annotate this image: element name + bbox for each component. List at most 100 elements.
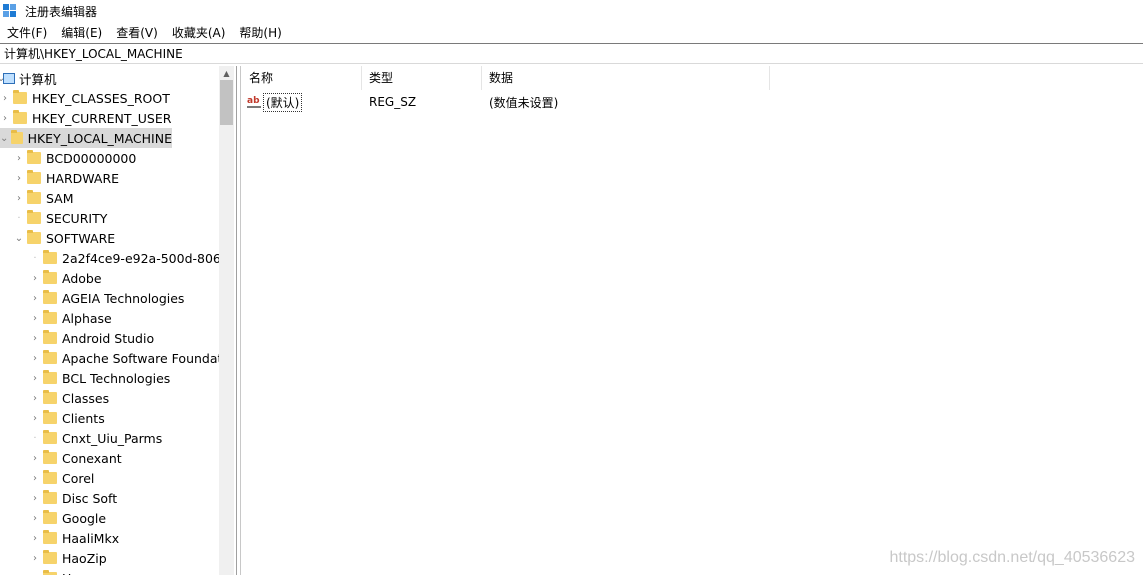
menu-edit[interactable]: 编辑(E) (54, 23, 109, 43)
tree-item-label: SOFTWARE (46, 230, 116, 246)
tree-item[interactable]: › AGEIA Technologies (30, 288, 184, 308)
tree-item-label: Android Studio (62, 330, 155, 346)
chevron-right-icon[interactable]: › (30, 468, 40, 488)
tree-item[interactable]: › Clients (30, 408, 105, 428)
chevron-right-icon[interactable]: › (30, 528, 40, 548)
tree-item[interactable]: · Cnxt_Uiu_Parms (30, 428, 162, 448)
tree-item-bcd[interactable]: › BCD00000000 (14, 148, 136, 168)
tree-item[interactable]: › Adobe (30, 268, 102, 288)
chevron-down-icon[interactable]: ⌄ (14, 228, 24, 248)
tree-item[interactable]: › Disc Soft (30, 488, 117, 508)
folder-icon (43, 450, 57, 464)
menu-bar: 文件(F) 编辑(E) 查看(V) 收藏夹(A) 帮助(H) (0, 23, 289, 43)
tree-item-computer[interactable]: ⌄ 计算机 (0, 68, 57, 88)
scrollbar-thumb[interactable] (220, 80, 233, 125)
folder-icon (27, 150, 41, 164)
folder-icon (43, 290, 57, 304)
tree-item-label: 2a2f4ce9-e92a-500d-8065- (62, 250, 234, 266)
scroll-up-icon[interactable]: ▲ (219, 66, 234, 80)
tree-item-hardware[interactable]: › HARDWARE (14, 168, 119, 188)
tree-item-label: HKEY_LOCAL_MACHINE (27, 130, 172, 146)
folder-icon (43, 490, 57, 504)
chevron-right-icon[interactable]: › (30, 488, 40, 508)
column-name-header[interactable]: 名称 (242, 66, 362, 90)
tree-item-hkcr[interactable]: › HKEY_CLASSES_ROOT (0, 88, 170, 108)
tree-item-label: 计算机 (19, 71, 57, 87)
tree-item-label: HaaliMkx (62, 530, 120, 546)
chevron-right-icon[interactable]: › (30, 408, 40, 428)
tree-item-security[interactable]: · SECURITY (14, 208, 107, 228)
folder-icon (13, 110, 27, 124)
chevron-right-icon[interactable]: › (30, 268, 40, 288)
tree-item[interactable]: › HaaliMkx (30, 528, 119, 548)
string-value-icon: ab (247, 96, 261, 108)
tree-item-label: SAM (46, 190, 74, 206)
tree-item[interactable]: › Corel (30, 468, 94, 488)
menu-file[interactable]: 文件(F) (0, 23, 54, 43)
menu-help[interactable]: 帮助(H) (232, 23, 288, 43)
chevron-down-icon[interactable]: ⌄ (0, 68, 5, 88)
tree-item[interactable]: › Android Studio (30, 328, 154, 348)
tree-item[interactable]: · 2a2f4ce9-e92a-500d-8065- (30, 248, 233, 268)
chevron-right-icon[interactable]: › (30, 448, 40, 468)
tree-item[interactable]: › H (30, 568, 71, 575)
address-text[interactable]: 计算机\HKEY_LOCAL_MACHINE (4, 45, 183, 62)
chevron-right-icon[interactable]: › (30, 368, 40, 388)
chevron-right-icon[interactable]: › (14, 168, 24, 188)
tree-scrollbar[interactable]: ▲ (219, 66, 234, 575)
folder-icon (43, 470, 57, 484)
key-tree[interactable]: ⌄ 计算机 › HKEY_CLASSES_ROOT › HKEY_CURRENT… (0, 66, 236, 575)
menu-favorites[interactable]: 收藏夹(A) (165, 23, 233, 43)
tree-item-sam[interactable]: › SAM (14, 188, 74, 208)
tree-item[interactable]: › BCL Technologies (30, 368, 170, 388)
folder-icon (43, 330, 57, 344)
chevron-right-icon[interactable]: › (30, 548, 40, 568)
table-row[interactable]: ab (默认) REG_SZ (数值未设置) (242, 92, 770, 112)
computer-icon (3, 72, 15, 84)
tree-item-hkcu[interactable]: › HKEY_CURRENT_USER (0, 108, 171, 128)
chevron-right-icon[interactable]: › (0, 108, 10, 128)
value-data: (数值未设置) (489, 95, 559, 110)
column-data-header[interactable]: 数据 (482, 66, 770, 90)
tree-item[interactable]: › Alphase (30, 308, 112, 328)
tree-item-software[interactable]: ⌄ SOFTWARE (14, 228, 115, 248)
chevron-right-icon[interactable]: › (30, 308, 40, 328)
tree-line-icon: · (17, 212, 21, 224)
folder-icon (43, 410, 57, 424)
pane-splitter[interactable] (236, 66, 241, 575)
tree-item-label: Alphase (62, 310, 112, 326)
chevron-right-icon[interactable]: › (14, 148, 24, 168)
tree-item[interactable]: › Classes (30, 388, 109, 408)
address-bar[interactable]: 计算机\HKEY_LOCAL_MACHINE (0, 43, 1143, 64)
folder-icon (27, 230, 41, 244)
registry-editor-icon (3, 3, 19, 19)
chevron-right-icon[interactable]: › (0, 88, 10, 108)
tree-item[interactable]: › Google (30, 508, 106, 528)
folder-icon (27, 190, 41, 204)
tree-item-label: HARDWARE (46, 170, 120, 186)
tree-line-icon: · (33, 432, 37, 444)
tree-item-hklm[interactable]: ⌄ HKEY_LOCAL_MACHINE (0, 128, 172, 148)
tree-item[interactable]: › HaoZip (30, 548, 107, 568)
values-list[interactable]: 名称 类型 数据 ab (默认) REG_SZ (数值未设置) (242, 66, 1143, 575)
menu-view[interactable]: 查看(V) (109, 23, 165, 43)
folder-icon (11, 130, 23, 144)
chevron-right-icon[interactable]: › (30, 348, 40, 368)
chevron-right-icon[interactable]: › (30, 508, 40, 528)
chevron-right-icon[interactable]: › (30, 288, 40, 308)
folder-icon (43, 530, 57, 544)
value-type: REG_SZ (369, 95, 417, 109)
chevron-right-icon[interactable]: › (14, 188, 24, 208)
folder-icon (43, 310, 57, 324)
tree-item[interactable]: › Conexant (30, 448, 122, 468)
folder-icon (27, 210, 41, 224)
tree-item[interactable]: › Apache Software Foundatio (30, 348, 234, 368)
chevron-right-icon[interactable]: › (30, 328, 40, 348)
tree-item-label: Classes (62, 390, 110, 406)
chevron-right-icon[interactable]: › (30, 568, 40, 575)
tree-line-icon: · (33, 252, 37, 264)
tree-item-label: HKEY_CURRENT_USER (32, 110, 172, 126)
chevron-down-icon[interactable]: ⌄ (0, 128, 8, 148)
chevron-right-icon[interactable]: › (30, 388, 40, 408)
column-type-header[interactable]: 类型 (362, 66, 482, 90)
